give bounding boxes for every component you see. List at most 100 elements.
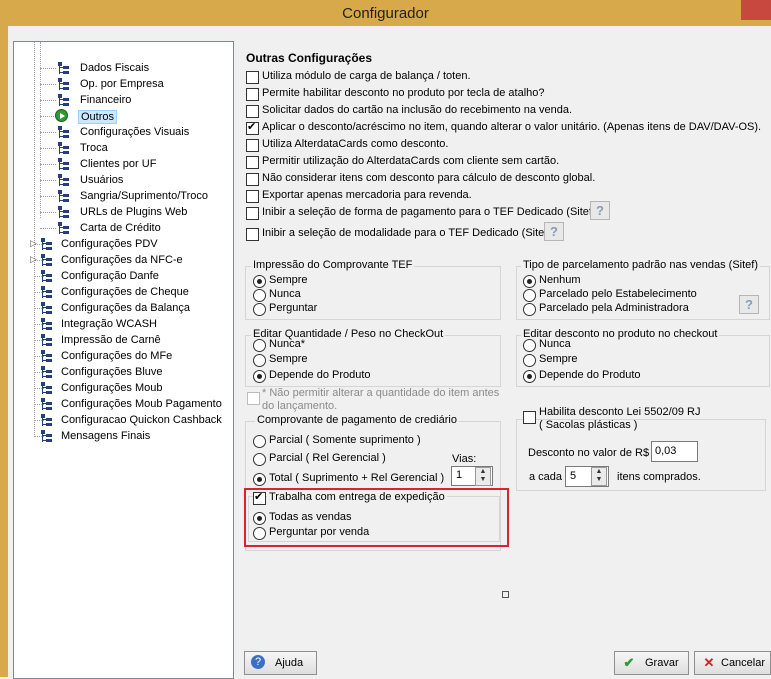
tree-node-icon bbox=[58, 190, 70, 203]
option-checkbox-0[interactable] bbox=[246, 71, 259, 84]
credit-receipt-radio-2[interactable] bbox=[253, 473, 266, 486]
tree-line bbox=[40, 164, 56, 165]
installment-help-icon[interactable]: ? bbox=[739, 295, 759, 314]
copies-value: 1 bbox=[456, 469, 463, 481]
tree-item-4[interactable]: Configurações Visuais bbox=[80, 126, 189, 138]
tree-line bbox=[40, 148, 56, 149]
tree-node-icon bbox=[58, 222, 70, 235]
tree-node-icon bbox=[41, 334, 53, 347]
tree-root-3[interactable]: Configurações de Cheque bbox=[61, 286, 189, 298]
credit-receipt-radio-1[interactable] bbox=[253, 453, 266, 466]
tree-root-5[interactable]: Integração WCASH bbox=[61, 318, 157, 330]
tree-item-2[interactable]: Financeiro bbox=[80, 94, 131, 106]
tree-root-11[interactable]: Configuracao Quickon Cashback bbox=[61, 414, 222, 426]
installment-radio-0[interactable] bbox=[523, 275, 536, 288]
stepper-up-icon[interactable]: ▲ bbox=[476, 468, 490, 476]
tree-node-icon bbox=[41, 254, 53, 267]
option-checkbox-2[interactable] bbox=[246, 105, 259, 118]
tree-root-8[interactable]: Configurações Bluve bbox=[61, 366, 163, 378]
edit-qty-label-0: Nunca* bbox=[269, 338, 306, 350]
tree-item-0[interactable]: Dados Fiscais bbox=[80, 62, 149, 74]
help-button-label: Ajuda bbox=[275, 657, 304, 669]
tree-item-9[interactable]: URLs de Plugins Web bbox=[80, 206, 187, 218]
save-button[interactable]: ✔ Gravar bbox=[614, 651, 689, 675]
tree-root-12[interactable]: Mensagens Finais bbox=[61, 430, 150, 442]
credit-receipt-radio-0[interactable] bbox=[253, 435, 266, 448]
config-tree[interactable]: Dados Fiscais Op. por Empresa Financeiro Ou… bbox=[13, 41, 234, 679]
tree-item-1[interactable]: Op. por Empresa bbox=[80, 78, 164, 90]
option-checkbox-6[interactable] bbox=[246, 173, 259, 186]
discount-value-field[interactable]: 0,03 bbox=[651, 441, 698, 462]
stepper-up-icon[interactable]: ▲ bbox=[592, 468, 606, 476]
option-checkbox-1[interactable] bbox=[246, 88, 259, 101]
expand-chevron-icon[interactable]: ▷ bbox=[30, 239, 37, 248]
tree-item-8[interactable]: Sangria/Suprimento/Troco bbox=[80, 190, 208, 202]
option-checkbox-4[interactable] bbox=[246, 139, 259, 152]
option-help-icon-8[interactable]: ? bbox=[590, 201, 610, 220]
tree-item-10[interactable]: Carta de Crédito bbox=[80, 222, 161, 234]
installment-radio-2[interactable] bbox=[523, 303, 536, 316]
section-title: Outras Configurações bbox=[246, 51, 373, 65]
option-label-0: Utiliza módulo de carga de balança / tot… bbox=[262, 70, 471, 82]
tree-line bbox=[40, 84, 56, 85]
tree-node-icon bbox=[58, 94, 70, 107]
edit-discount-radio-0[interactable] bbox=[523, 339, 536, 352]
edit-qty-radio-2[interactable] bbox=[253, 370, 266, 383]
tree-item-3[interactable]: Outros bbox=[78, 110, 118, 124]
discount-value: 0,03 bbox=[655, 445, 677, 457]
tree-node-icon bbox=[58, 174, 70, 187]
installment-radio-1[interactable] bbox=[523, 289, 536, 302]
option-label-8: Inibir a seleção de forma de pagamento p… bbox=[262, 206, 599, 218]
tree-line bbox=[40, 68, 56, 69]
tree-root-4[interactable]: Configurações da Balança bbox=[61, 302, 190, 314]
lei-checkbox[interactable] bbox=[523, 411, 536, 424]
tree-node-icon bbox=[58, 62, 70, 75]
option-checkbox-5[interactable] bbox=[246, 156, 259, 169]
tree-line bbox=[40, 116, 56, 117]
cancel-button[interactable]: ✕ Cancelar bbox=[694, 651, 771, 675]
credit-receipt-title: Comprovante de pagamento de crediário bbox=[255, 414, 459, 426]
tree-item-7[interactable]: Usuários bbox=[80, 174, 123, 186]
stepper-down-icon[interactable]: ▼ bbox=[476, 476, 490, 484]
credit-receipt-label-2: Total ( Suprimento + Rel Gerencial ) bbox=[269, 472, 445, 484]
tef-print-radio-1[interactable] bbox=[253, 289, 266, 302]
tree-node-icon bbox=[41, 318, 53, 331]
each-stepper[interactable]: ▲ ▼ bbox=[591, 467, 607, 486]
edit-discount-label-0: Nunca bbox=[539, 338, 571, 350]
close-button[interactable] bbox=[741, 0, 771, 20]
tree-root-10[interactable]: Configurações Moub Pagamento bbox=[61, 398, 222, 410]
tree-line bbox=[40, 228, 56, 229]
tree-root-1[interactable]: Configurações da NFC-e bbox=[61, 254, 183, 266]
stepper-down-icon[interactable]: ▼ bbox=[592, 476, 606, 484]
tree-node-icon bbox=[41, 270, 53, 283]
edit-discount-radio-2[interactable] bbox=[523, 370, 536, 383]
copies-stepper[interactable]: ▲ ▼ bbox=[475, 467, 491, 486]
edit-qty-radio-0[interactable] bbox=[253, 339, 266, 352]
option-label-6: Não considerar itens com desconto para c… bbox=[262, 172, 596, 184]
help-button[interactable]: ? Ajuda bbox=[244, 651, 317, 675]
installment-label-2: Parcelado pela Administradora bbox=[539, 302, 689, 314]
tree-line bbox=[40, 212, 56, 213]
expand-chevron-icon[interactable]: ▷ bbox=[30, 255, 37, 264]
tree-root-9[interactable]: Configurações Moub bbox=[61, 382, 163, 394]
option-checkbox-9[interactable] bbox=[246, 228, 259, 241]
option-checkbox-7[interactable] bbox=[246, 190, 259, 203]
option-checkbox-8[interactable] bbox=[246, 207, 259, 220]
option-checkbox-3[interactable] bbox=[246, 120, 259, 135]
tree-item-6[interactable]: Clientes por UF bbox=[80, 158, 156, 170]
option-help-icon-9[interactable]: ? bbox=[544, 222, 564, 241]
tef-print-radio-0[interactable] bbox=[253, 275, 266, 288]
tree-root-6[interactable]: Impressão de Carnê bbox=[61, 334, 161, 346]
tef-print-radio-2[interactable] bbox=[253, 303, 266, 316]
cancel-button-label: Cancelar bbox=[721, 657, 766, 669]
no-edit-qty-checkbox[interactable] bbox=[247, 392, 260, 405]
tree-root-7[interactable]: Configurações do MFe bbox=[61, 350, 172, 362]
tree-root-0[interactable]: Configurações PDV bbox=[61, 238, 158, 250]
option-label-9: Inibir a seleção de modalidade para o TE… bbox=[262, 227, 555, 239]
tree-root-2[interactable]: Configuração Danfe bbox=[61, 270, 159, 282]
edit-qty-radio-1[interactable] bbox=[253, 354, 266, 367]
tree-item-5[interactable]: Troca bbox=[80, 142, 108, 154]
credit-receipt-label-1: Parcial ( Rel Gerencial ) bbox=[269, 452, 386, 464]
edit-discount-radio-1[interactable] bbox=[523, 354, 536, 367]
tree-line bbox=[40, 132, 56, 133]
